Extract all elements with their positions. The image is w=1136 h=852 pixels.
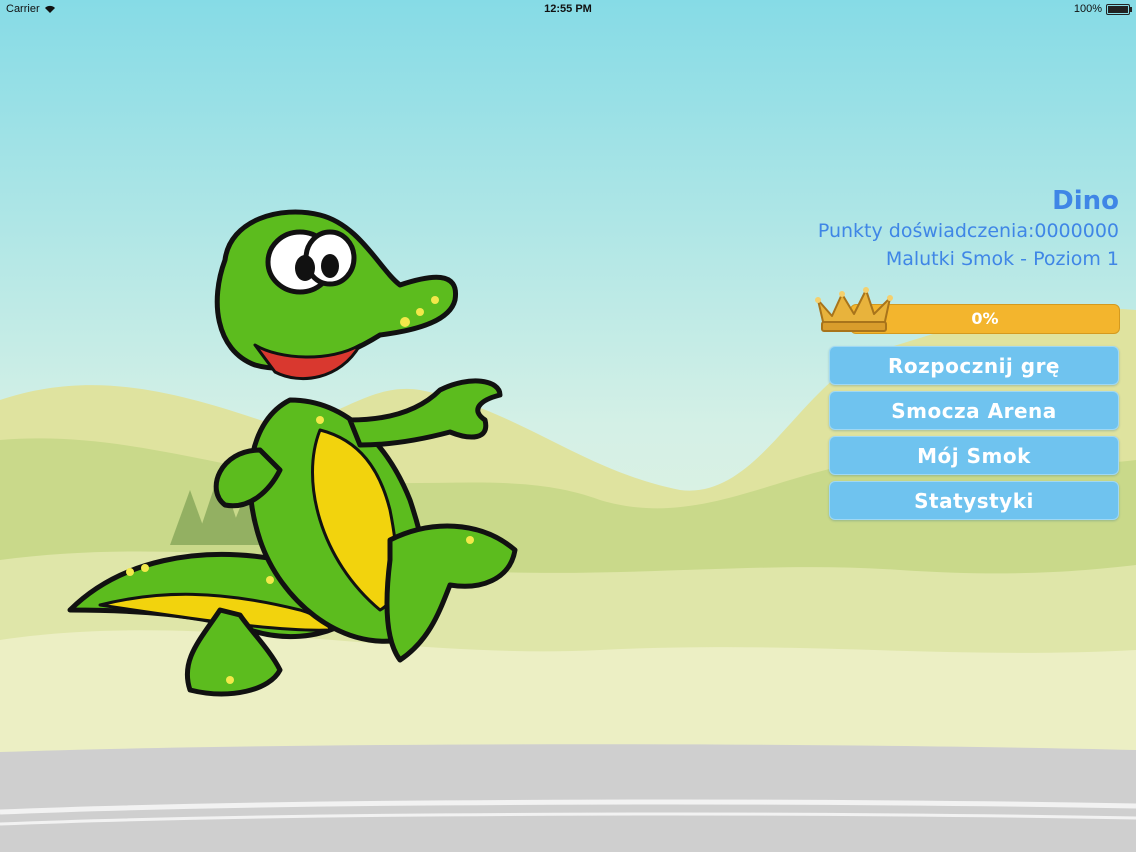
crown-icon: [815, 287, 893, 332]
start-game-button[interactable]: Rozpocznij grę: [829, 346, 1119, 385]
player-name: Dino: [1052, 186, 1119, 216]
statistics-button[interactable]: Statystyki: [829, 481, 1119, 520]
dragon-arena-button[interactable]: Smocza Arena: [829, 391, 1119, 430]
battery-percent: 100%: [1073, 3, 1102, 15]
experience-points: Punkty doświadczenia:0000000: [818, 217, 1119, 245]
my-dragon-button[interactable]: Mój Smok: [829, 436, 1119, 475]
road: [0, 744, 1136, 852]
battery-icon: [1106, 3, 1132, 15]
status-battery: 100%: [1073, 3, 1132, 15]
status-time: 12:55 PM: [544, 3, 592, 15]
player-level: Malutki Smok - Poziom 1: [885, 248, 1119, 270]
main-menu: Rozpocznij grę Smocza Arena Mój Smok Sta…: [829, 346, 1119, 526]
xp-value: 0000000: [1034, 220, 1119, 242]
player-info: Dino Punkty doświadczenia:0000000 Malutk…: [818, 185, 1119, 273]
status-bar: Carrier 12:55 PM 100%: [0, 0, 1136, 18]
xp-label: Punkty doświadczenia:: [817, 220, 1035, 242]
